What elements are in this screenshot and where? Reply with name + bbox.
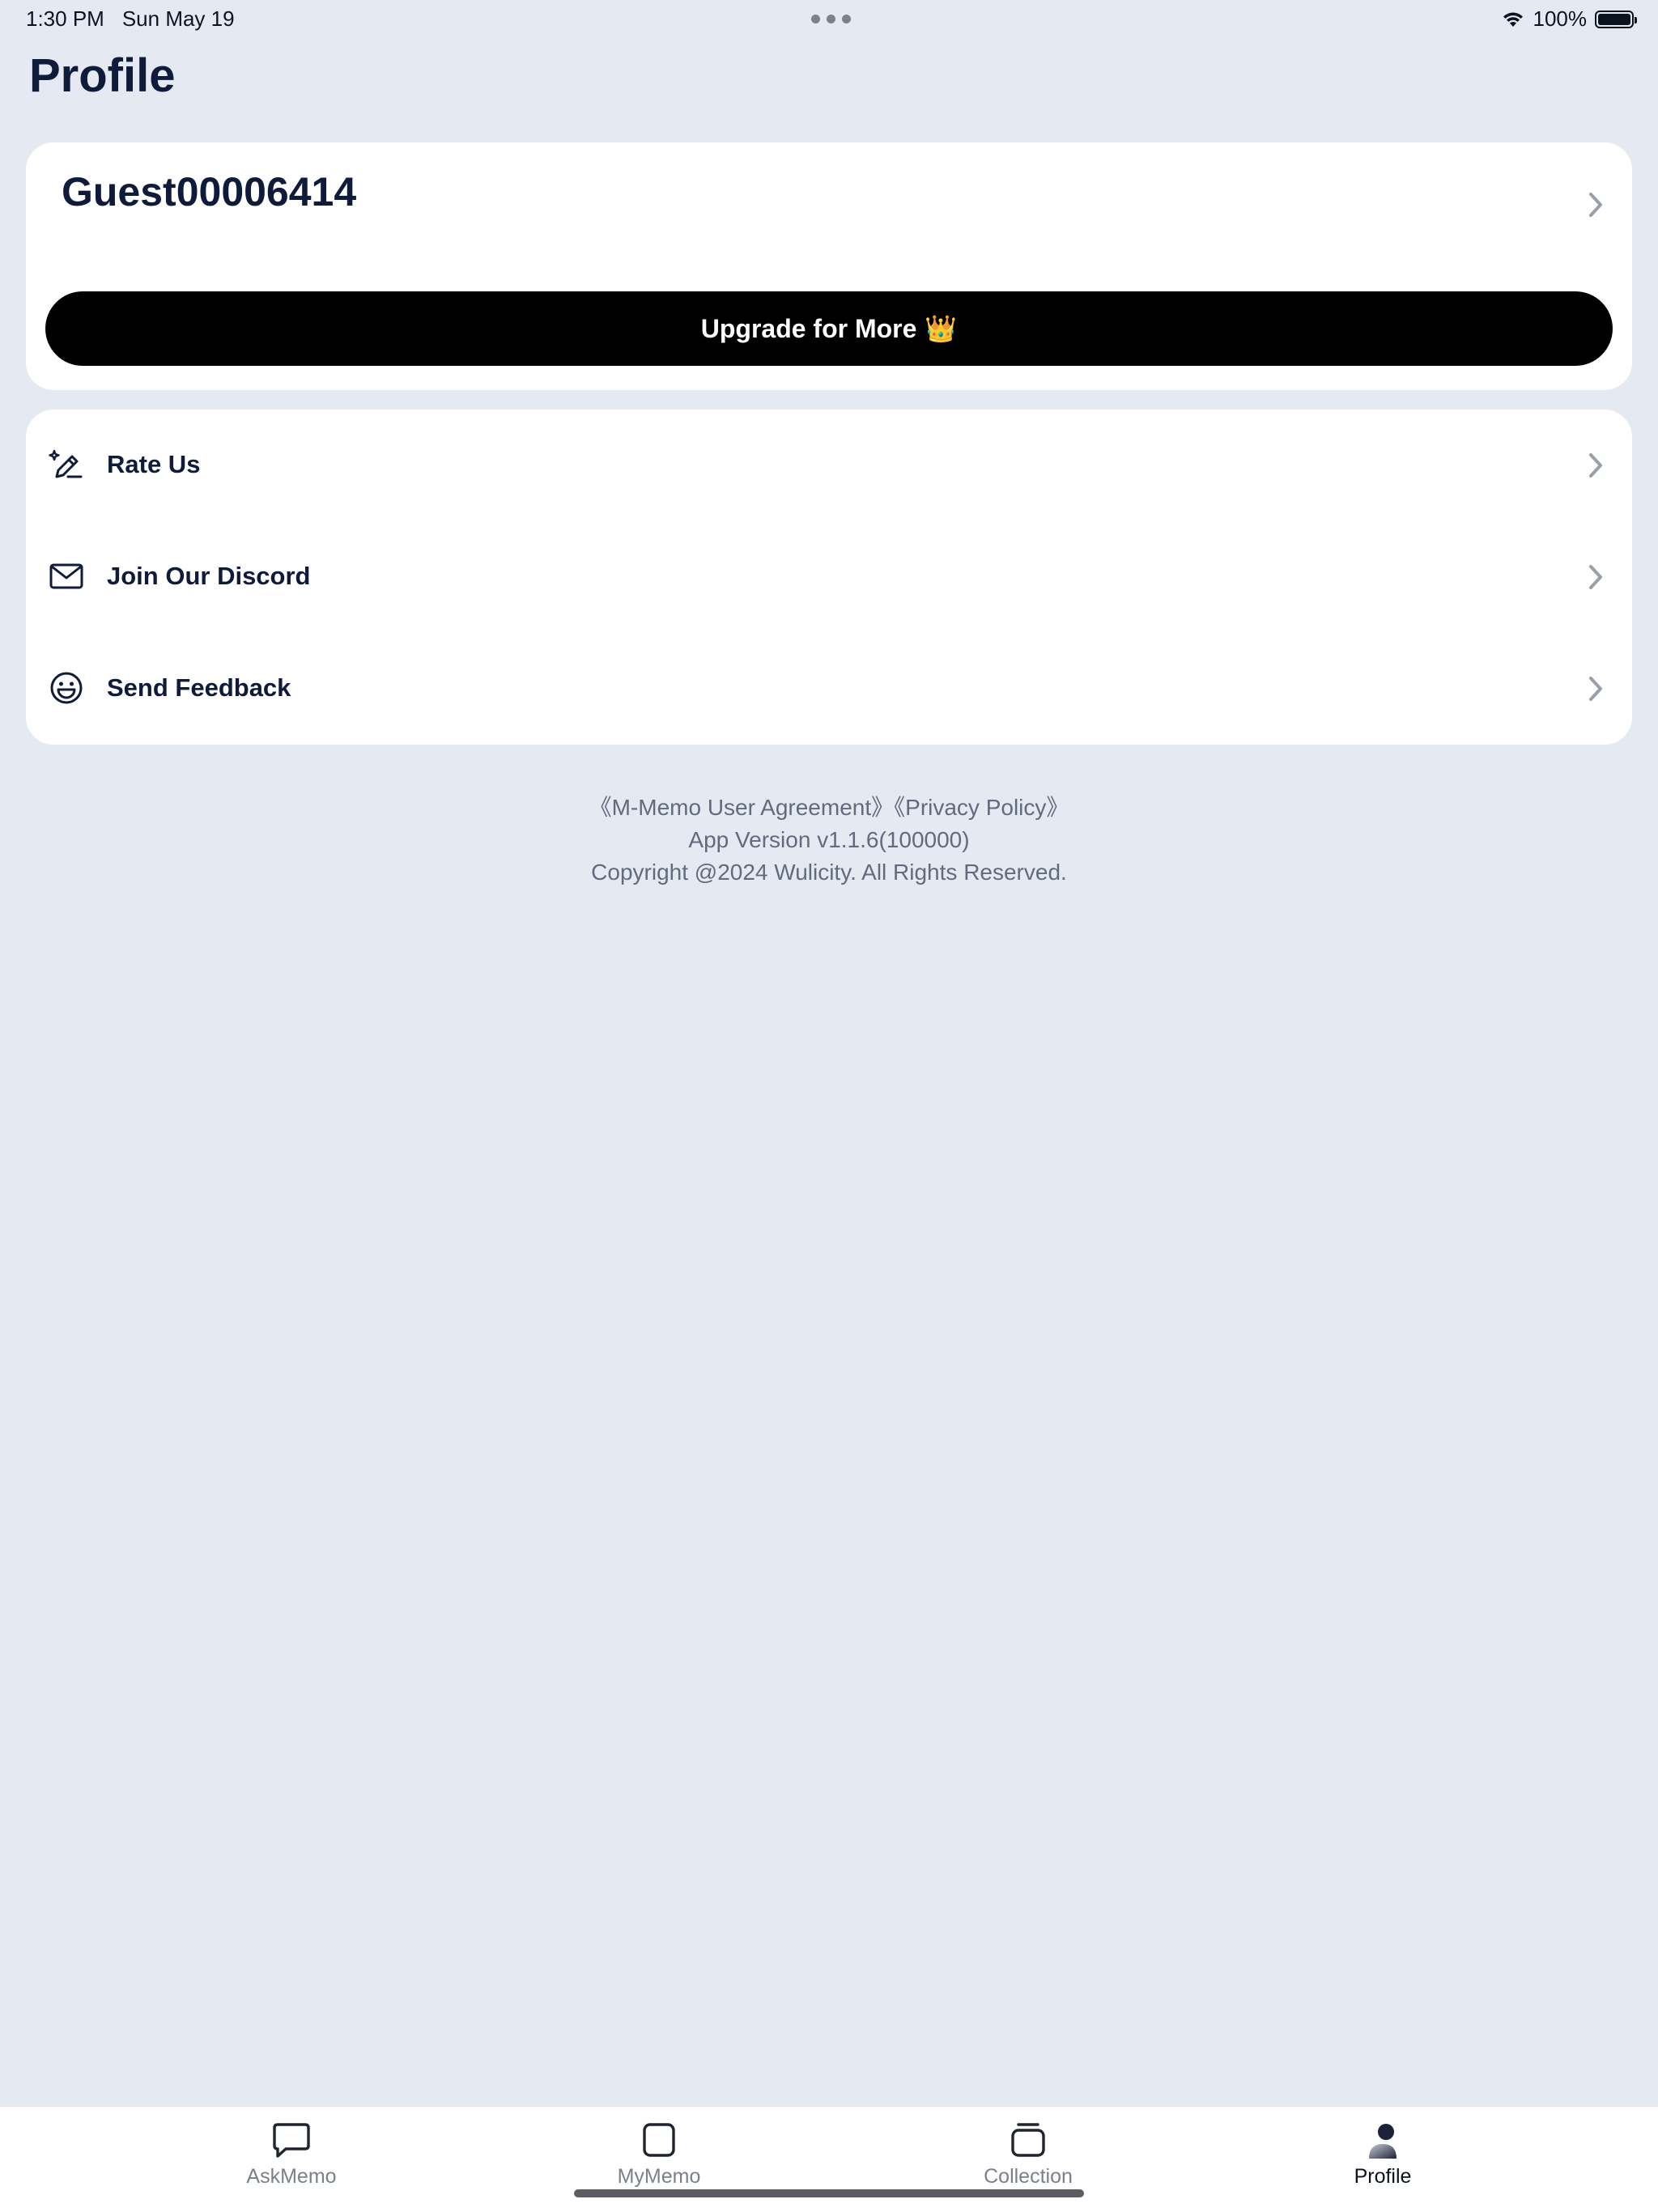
upgrade-button[interactable]: Upgrade for More 👑	[45, 291, 1613, 366]
tab-label: AskMemo	[246, 2165, 337, 2188]
crown-icon: 👑	[925, 314, 958, 343]
home-indicator[interactable]	[574, 2189, 1084, 2197]
username: Guest00006414	[62, 169, 357, 214]
status-time-date: 1:30 PM Sun May 19	[26, 6, 235, 32]
tab-mymemo[interactable]: MyMemo	[562, 2120, 756, 2201]
chevron-right-icon	[1589, 677, 1602, 701]
menu-item-join-discord[interactable]: Join Our Discord	[26, 521, 1632, 633]
chevron-right-icon	[1589, 193, 1602, 217]
magic-pen-icon	[49, 449, 83, 478]
tab-label: Profile	[1354, 2165, 1412, 2188]
menu-item-send-feedback[interactable]: Send Feedback	[26, 633, 1632, 745]
menu-item-label: Send Feedback	[107, 673, 291, 702]
smiley-icon	[50, 672, 83, 704]
status-bar: 1:30 PM Sun May 19 100%	[0, 0, 1658, 39]
menu-card: Rate Us Join Our Discord Send Feedback	[26, 410, 1632, 745]
user-agreement-link[interactable]: 《M-Memo User Agreement》	[589, 795, 895, 820]
mail-icon	[49, 563, 83, 589]
tab-collection[interactable]: Collection	[931, 2120, 1125, 2201]
person-icon	[1369, 2124, 1397, 2159]
menu-item-label: Rate Us	[107, 450, 201, 478]
tab-label: MyMemo	[617, 2165, 701, 2188]
menu-item-rate-us[interactable]: Rate Us	[26, 410, 1632, 521]
page-title: Profile	[29, 49, 176, 102]
tab-askmemo[interactable]: AskMemo	[194, 2120, 389, 2201]
tab-label: Collection	[984, 2165, 1073, 2188]
copyright: Copyright @2024 Wulicity. All Rights Res…	[591, 860, 1067, 885]
battery-percent: 100%	[1533, 6, 1588, 31]
chat-bubble-icon	[273, 2123, 310, 2158]
rounded-square-icon	[643, 2123, 675, 2157]
status-date: Sun May 19	[121, 6, 235, 31]
upgrade-label: Upgrade for More	[700, 313, 917, 343]
chevron-right-icon	[1589, 453, 1602, 478]
stack-icon	[1011, 2123, 1045, 2157]
privacy-policy-link[interactable]: 《Privacy Policy》	[894, 795, 1069, 820]
menu-item-label: Join Our Discord	[107, 562, 311, 590]
wifi-icon	[1503, 12, 1523, 27]
battery-icon	[1595, 10, 1637, 28]
status-indicators: 100%	[1501, 6, 1637, 32]
status-time: 1:30 PM	[26, 6, 104, 31]
account-card: Guest00006414 Upgrade for More 👑	[26, 142, 1632, 390]
chevron-right-icon	[1589, 565, 1602, 589]
legal-links: 《M-Memo User Agreement》《Privacy Policy》	[0, 792, 1658, 824]
multitasking-dots-icon[interactable]	[811, 15, 851, 23]
footer: 《M-Memo User Agreement》《Privacy Policy》 …	[0, 792, 1658, 889]
account-row[interactable]: Guest00006414	[26, 142, 1632, 272]
tab-profile[interactable]: Profile	[1286, 2120, 1480, 2201]
app-version: App Version v1.1.6(100000)	[688, 827, 970, 852]
